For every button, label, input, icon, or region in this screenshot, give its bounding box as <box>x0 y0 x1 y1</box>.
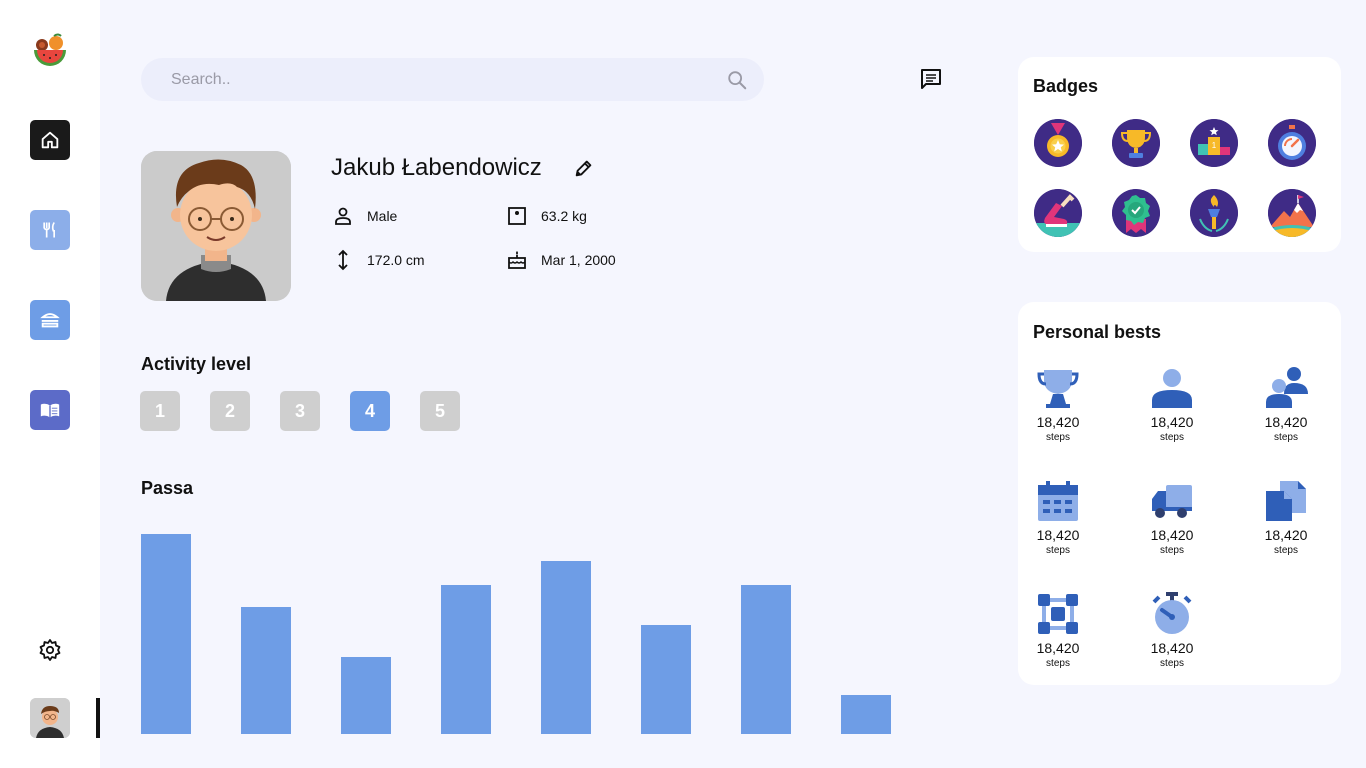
personal-best-item[interactable]: 18,420 steps <box>1023 366 1093 443</box>
personal-bests-card: Personal bests 18,420 steps 18,420 steps… <box>1018 302 1341 685</box>
height-value: 172.0 cm <box>367 252 425 268</box>
home-icon <box>41 131 59 149</box>
nav-book-button[interactable] <box>30 390 70 430</box>
best-unit: steps <box>1046 432 1070 443</box>
best-value: 18,420 <box>1264 527 1308 543</box>
chart-bar <box>441 585 491 734</box>
person-icon <box>335 207 351 225</box>
network-icon <box>1038 594 1078 634</box>
scale-icon <box>508 207 526 225</box>
profile-name: Jakub Łabendowicz <box>331 154 542 181</box>
avatar-image <box>30 698 70 738</box>
best-unit: steps <box>1160 432 1184 443</box>
chart-bar <box>141 534 191 734</box>
best-unit: steps <box>1160 545 1184 556</box>
documents-icon <box>1266 481 1306 521</box>
search-bar <box>141 58 764 101</box>
height-info: 172.0 cm <box>331 248 425 272</box>
best-unit: steps <box>1046 658 1070 669</box>
personal-best-item[interactable]: 18,420 steps <box>1251 479 1321 556</box>
users-icon <box>1266 367 1308 408</box>
book-icon <box>40 403 60 418</box>
nav-home-button[interactable] <box>30 120 70 160</box>
activity-level-2-button[interactable]: 2 <box>210 391 250 431</box>
personal-bests-title: Personal bests <box>1033 322 1162 342</box>
chart-bar <box>241 607 291 734</box>
best-value: 18,420 <box>1036 640 1080 656</box>
personal-best-item[interactable]: 18,420 steps <box>1023 479 1093 556</box>
truck-icon <box>1152 485 1192 518</box>
best-unit: steps <box>1046 545 1070 556</box>
profile-photo <box>141 151 291 301</box>
best-unit: steps <box>1274 432 1298 443</box>
active-indicator <box>96 698 100 738</box>
avatar[interactable] <box>30 698 70 738</box>
chart-title: Passa <box>141 478 194 498</box>
chart-bar <box>841 695 891 734</box>
activity-level-5-button[interactable]: 5 <box>420 391 460 431</box>
chart-bar <box>341 657 391 734</box>
height-arrows-icon <box>338 249 348 271</box>
activity-level-1-button[interactable]: 1 <box>140 391 180 431</box>
ribbon-badge[interactable] <box>1112 189 1160 237</box>
best-value: 18,420 <box>1264 414 1308 430</box>
weight-value: 63.2 kg <box>541 208 587 224</box>
best-value: 18,420 <box>1036 527 1080 543</box>
trophy-icon <box>1037 370 1079 408</box>
chart-bar <box>741 585 791 734</box>
calendar-icon <box>1038 481 1078 521</box>
edit-icon[interactable] <box>573 157 595 179</box>
personal-best-item[interactable]: 18,420 steps <box>1137 366 1207 443</box>
search-input[interactable] <box>171 58 711 101</box>
torch-badge[interactable] <box>1190 189 1238 237</box>
chart-bar <box>641 625 691 734</box>
gender-info: Male <box>331 204 397 228</box>
birthdate-info: Mar 1, 2000 <box>505 248 616 272</box>
chart-bar <box>541 561 591 734</box>
activity-level-4-button[interactable]: 4 <box>350 391 390 431</box>
gender-value: Male <box>367 208 398 224</box>
personal-best-item[interactable]: 18,420 steps <box>1137 592 1207 669</box>
medal-badge[interactable] <box>1034 119 1082 167</box>
search-icon[interactable] <box>726 69 748 91</box>
passa-bar-chart <box>141 534 891 734</box>
nav-food-button[interactable] <box>30 210 70 250</box>
personal-best-item[interactable]: 18,420 steps <box>1023 592 1093 669</box>
stopwatch-badge[interactable] <box>1268 119 1316 167</box>
best-unit: steps <box>1274 545 1298 556</box>
timer-icon <box>1152 592 1192 634</box>
chat-icon[interactable] <box>919 67 943 91</box>
burger-icon <box>40 313 60 328</box>
fruit-bowl-logo[interactable] <box>32 33 68 67</box>
mountain-badge[interactable] <box>1268 189 1316 237</box>
cake-icon <box>508 251 526 269</box>
podium-badge[interactable]: 1 <box>1190 119 1238 167</box>
fork-knife-icon <box>43 222 55 238</box>
badges-card: Badges 1 <box>1018 57 1341 252</box>
user-icon <box>1152 369 1192 408</box>
gear-icon[interactable] <box>38 638 62 662</box>
best-unit: steps <box>1160 658 1184 669</box>
birthdate-value: Mar 1, 2000 <box>541 252 616 268</box>
sidebar <box>0 0 100 768</box>
best-value: 18,420 <box>1036 414 1080 430</box>
activity-level-3-button[interactable]: 3 <box>280 391 320 431</box>
best-value: 18,420 <box>1150 640 1194 656</box>
sneaker-badge[interactable] <box>1034 189 1082 237</box>
weight-info: 63.2 kg <box>505 204 587 228</box>
trophy-badge[interactable] <box>1112 119 1160 167</box>
activity-level-title: Activity level <box>141 354 252 374</box>
best-value: 18,420 <box>1150 414 1194 430</box>
svg-text:1: 1 <box>1212 141 1217 150</box>
best-value: 18,420 <box>1150 527 1194 543</box>
nav-burger-button[interactable] <box>30 300 70 340</box>
personal-best-item[interactable]: 18,420 steps <box>1251 366 1321 443</box>
personal-best-item[interactable]: 18,420 steps <box>1137 479 1207 556</box>
badges-title: Badges <box>1033 76 1099 96</box>
